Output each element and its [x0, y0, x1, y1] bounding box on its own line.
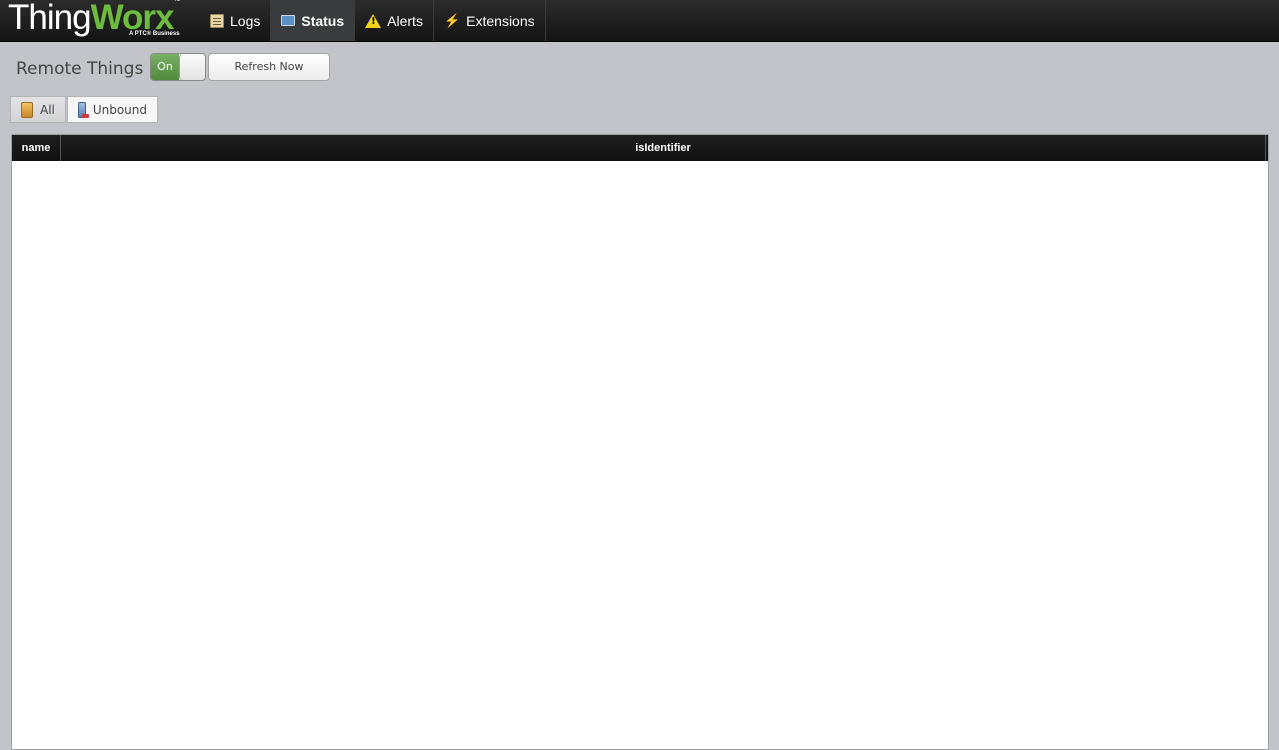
- filter-all-button[interactable]: All: [10, 96, 66, 123]
- nav-alerts-label: Alerts: [387, 12, 423, 29]
- filter-unbound-button[interactable]: Unbound: [67, 96, 158, 123]
- clipboard-icon: [210, 13, 224, 28]
- grid-header: name isIdentifier: [12, 135, 1268, 161]
- column-header-name[interactable]: name: [12, 135, 61, 161]
- toggle-knob: [179, 54, 205, 80]
- auto-refresh-toggle[interactable]: On: [150, 53, 206, 81]
- nav-extensions[interactable]: ⚡ Extensions: [434, 0, 546, 41]
- remote-things-grid: name isIdentifier: [11, 134, 1269, 750]
- logo-subtitle: A PTC® Business: [129, 31, 180, 37]
- logo-part-thing: Thing: [8, 0, 92, 37]
- warning-icon: [365, 13, 382, 28]
- column-header-isidentifier[interactable]: isIdentifier: [61, 135, 1266, 161]
- nav-logs[interactable]: Logs: [200, 0, 272, 41]
- monitor-icon: [281, 15, 296, 26]
- all-things-icon: [21, 101, 33, 118]
- toggle-on-label: On: [151, 54, 179, 80]
- page-title: Remote Things: [16, 59, 144, 79]
- nav-alerts[interactable]: Alerts: [355, 0, 434, 41]
- top-navigation-bar: ThingWorx™ A PTC® Business Logs Status A…: [0, 0, 1279, 42]
- plug-icon: ⚡: [443, 12, 461, 28]
- filter-all-label: All: [40, 102, 55, 117]
- logo-trademark: ™: [173, 0, 180, 5]
- filter-unbound-label: Unbound: [92, 102, 147, 117]
- thingworx-logo[interactable]: ThingWorx™ A PTC® Business: [8, 0, 188, 42]
- nav-extensions-label: Extensions: [466, 12, 535, 29]
- nav-status-label: Status: [301, 12, 345, 29]
- refresh-now-button[interactable]: Refresh Now: [208, 53, 330, 81]
- main-nav: Logs Status Alerts ⚡ Extensions: [200, 0, 546, 41]
- nav-logs-label: Logs: [230, 12, 261, 29]
- unbound-thing-icon: [78, 101, 89, 118]
- nav-status[interactable]: Status: [271, 0, 356, 41]
